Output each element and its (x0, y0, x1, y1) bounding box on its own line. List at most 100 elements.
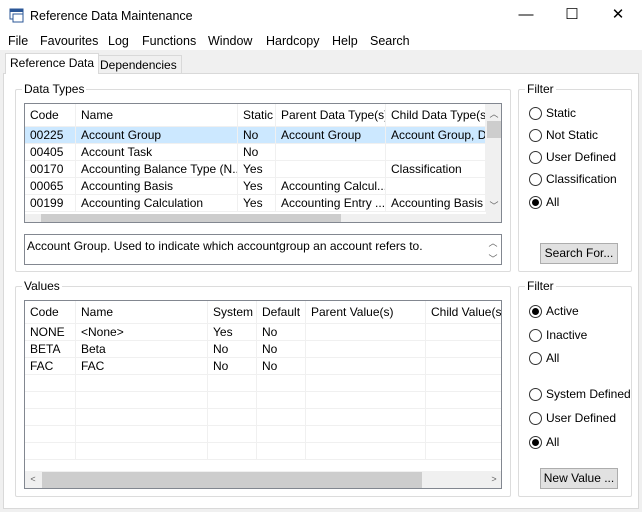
search-for-button[interactable]: Search For... (540, 243, 618, 264)
radio-system-defined[interactable]: System Defined (529, 387, 631, 401)
table-cell (426, 409, 501, 425)
h-scroll-thumb[interactable] (42, 472, 422, 488)
desc-scroll-up-icon[interactable]: ︿ (485, 236, 501, 249)
radio-label: Not Static (546, 128, 599, 142)
radio-all[interactable]: All (529, 351, 559, 365)
tab-dependencies[interactable]: Dependencies (95, 55, 182, 74)
table-row[interactable]: BETA Beta No No (25, 341, 501, 358)
radio-all[interactable]: All (529, 195, 559, 209)
col-default[interactable]: Default (257, 301, 306, 323)
col-child-values[interactable]: Child Value(s) (426, 301, 501, 323)
menu-search[interactable]: Search (370, 34, 410, 48)
scroll-up-icon[interactable]: ︿ (486, 107, 501, 120)
table-cell: Accounting Balance Type (N... (76, 161, 238, 177)
new-value-button[interactable]: New Value ... (540, 468, 618, 489)
table-row[interactable]: NONE <None> Yes No (25, 324, 501, 341)
app-icon (9, 8, 24, 23)
table-row[interactable]: 00405 Account Task No (25, 144, 486, 161)
close-button[interactable]: ✕ (595, 0, 641, 32)
table-cell: Account Task (76, 144, 238, 160)
col-static[interactable]: Static (238, 104, 276, 126)
filter-group-values: Filter Active Inactive All System Defined Us… (518, 279, 632, 497)
radio-not-static[interactable]: Not Static (529, 128, 598, 142)
table-row[interactable]: 00170 Accounting Balance Type (N... Yes Cla… (25, 161, 486, 178)
table-cell: Account Group (76, 127, 238, 143)
horizontal-scrollbar[interactable] (25, 214, 501, 222)
horizontal-scrollbar[interactable]: < > (25, 471, 501, 488)
col-parent-values[interactable]: Parent Value(s) (306, 301, 426, 323)
col-name[interactable]: Name (76, 301, 208, 323)
table-cell (306, 443, 426, 459)
values-label: Values (22, 279, 62, 293)
table-cell (306, 392, 426, 408)
radio-circle-icon (529, 436, 542, 449)
table-cell (306, 375, 426, 391)
col-code[interactable]: Code (25, 104, 76, 126)
table-cell: 00065 (25, 178, 76, 194)
menu-window[interactable]: Window (208, 34, 252, 48)
scroll-right-icon[interactable]: > (486, 474, 501, 484)
table-cell: FAC (25, 358, 76, 374)
radio-user-defined[interactable]: User Defined (529, 411, 616, 425)
table-cell: Yes (238, 178, 276, 194)
empty-row (25, 426, 501, 443)
maximize-button[interactable]: ☐ (549, 0, 595, 32)
table-cell (76, 426, 208, 442)
scroll-thumb[interactable] (487, 121, 501, 138)
scroll-left-icon[interactable]: < (25, 474, 41, 484)
desc-scroll-down-icon[interactable]: ﹀ (485, 252, 501, 264)
table-cell (76, 443, 208, 459)
data-types-grid[interactable]: Code Name Static Parent Data Type(s) Chi… (24, 103, 502, 223)
values-grid[interactable]: Code Name System Default Parent Value(s)… (24, 300, 502, 489)
radio-user-defined[interactable]: User Defined (529, 150, 616, 164)
menu-bar: File Favourites Log Functions Window Har… (0, 32, 642, 50)
menu-hardcopy[interactable]: Hardcopy (266, 34, 320, 48)
col-name[interactable]: Name (76, 104, 238, 126)
table-cell (208, 392, 257, 408)
table-cell (208, 426, 257, 442)
radio-circle-icon (529, 412, 542, 425)
radio-circle-icon (529, 173, 542, 186)
menu-favourites[interactable]: Favourites (40, 34, 98, 48)
radio-circle-icon (529, 352, 542, 365)
radio-static[interactable]: Static (529, 106, 576, 120)
table-cell (76, 375, 208, 391)
table-cell (257, 392, 306, 408)
scroll-down-icon[interactable]: ﹀ (486, 199, 501, 212)
radio-active[interactable]: Active (529, 304, 579, 318)
menu-help[interactable]: Help (332, 34, 358, 48)
table-cell (25, 392, 76, 408)
table-row[interactable]: 00225 Account Group No Account Group Account… (25, 127, 486, 144)
col-parent[interactable]: Parent Data Type(s) (276, 104, 386, 126)
table-cell: 00405 (25, 144, 76, 160)
table-cell: Classification (386, 161, 486, 177)
table-row[interactable]: 00199 Accounting Calculation Yes Accounting… (25, 195, 486, 212)
col-child[interactable]: Child Data Type(s) (386, 104, 486, 126)
window-title: Reference Data Maintenance (30, 9, 193, 23)
table-cell (25, 409, 76, 425)
minimize-button[interactable]: — (503, 0, 549, 32)
table-row[interactable]: 00065 Accounting Basis Yes Accounting Calcu… (25, 178, 486, 195)
radio-inactive[interactable]: Inactive (529, 328, 587, 342)
table-cell: Yes (238, 161, 276, 177)
menu-file[interactable]: File (8, 34, 28, 48)
table-cell (276, 161, 386, 177)
radio-classification[interactable]: Classification (529, 172, 617, 186)
table-cell: Accounting Basis (76, 178, 238, 194)
table-cell (257, 443, 306, 459)
table-cell (76, 409, 208, 425)
h-scroll-thumb[interactable] (41, 214, 341, 222)
table-cell: <None> (76, 324, 208, 340)
header-row: Code Name System Default Parent Value(s)… (25, 301, 501, 324)
radio-all[interactable]: All (529, 435, 559, 449)
col-code[interactable]: Code (25, 301, 76, 323)
table-row[interactable]: FAC FAC No No (25, 358, 501, 375)
menu-log[interactable]: Log (108, 34, 129, 48)
tab-reference-data[interactable]: Reference Data (5, 53, 100, 74)
radio-label: Classification (546, 172, 617, 186)
table-cell: Yes (208, 324, 257, 340)
menu-functions[interactable]: Functions (142, 34, 196, 48)
vertical-scrollbar[interactable]: ︿ ﹀ (486, 104, 501, 214)
col-system[interactable]: System (208, 301, 257, 323)
radio-label: All (546, 195, 560, 209)
